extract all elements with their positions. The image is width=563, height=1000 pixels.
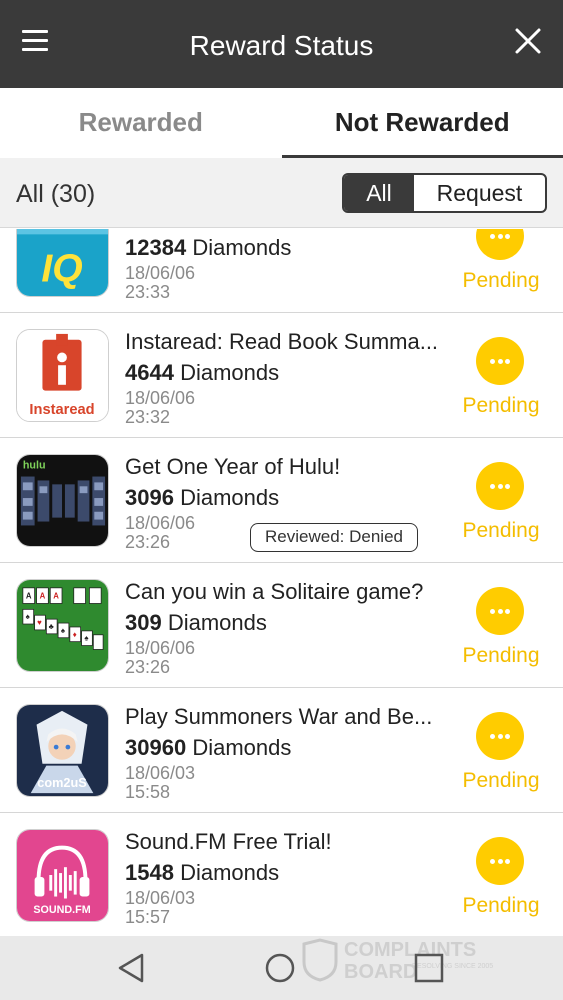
status-label: Pending <box>462 894 540 917</box>
page-title: Reward Status <box>189 30 374 61</box>
hulu-app-icon: hulu <box>16 454 109 547</box>
svg-text:SOUND.FM: SOUND.FM <box>33 904 90 916</box>
svg-text:IQ: IQ <box>41 247 82 290</box>
status-label: Pending <box>462 394 540 417</box>
square-recent-icon[interactable] <box>412 951 446 985</box>
status-label: Pending <box>462 644 540 667</box>
svg-text:Instaread: Instaread <box>29 402 94 418</box>
svg-text:♠: ♠ <box>26 612 30 621</box>
tab-rewarded[interactable]: Rewarded <box>0 88 282 158</box>
svg-text:A: A <box>26 592 32 601</box>
circle-home-icon[interactable] <box>263 951 297 985</box>
more-options-icon[interactable] <box>476 587 524 635</box>
offer-date: 18/06/06 23:32 <box>125 388 196 427</box>
tab-bar: Rewarded Not Rewarded <box>0 88 563 158</box>
offer-date: 18/06/03 15:58 <box>125 763 196 802</box>
svg-text:A: A <box>40 592 46 601</box>
triangle-back-icon[interactable] <box>115 951 149 985</box>
soundfm-app-icon: SOUND.FM <box>16 829 109 922</box>
offer-title: Can you win a Solitaire game? <box>125 579 424 604</box>
summoners-war-app-icon: com2uS <box>16 704 109 797</box>
app-bar: Reward Status <box>0 0 563 88</box>
more-options-icon[interactable] <box>476 712 524 760</box>
svg-text:♥: ♥ <box>37 618 42 627</box>
offer-date: 18/06/06 23:26 <box>125 513 196 552</box>
svg-text:hulu: hulu <box>23 460 46 472</box>
offer-title: Get One Year of Hulu! <box>125 454 341 479</box>
svg-text:BOARD: BOARD <box>344 961 417 982</box>
svg-text:com2uS: com2uS <box>37 775 86 790</box>
diamond-amount: 3096 Diamonds <box>125 485 280 510</box>
filter-bar: All (30) All Request <box>0 158 563 228</box>
diamond-amount: 309 Diamonds <box>125 610 267 635</box>
solitaire-app-icon: AA A ♠ ♥ ♣ ♠ ♦ ♠ <box>16 579 109 672</box>
offer-date: 18/06/03 15:57 <box>125 888 196 927</box>
offer-title: Sound.FM Free Trial! <box>125 829 332 854</box>
svg-text:♠: ♠ <box>84 634 88 643</box>
item-count-label: All (30) <box>16 180 96 208</box>
list-item[interactable]: IQ 12384 Diamonds 18/06/06 23:33 Pending <box>0 229 563 313</box>
more-options-icon[interactable] <box>476 837 524 885</box>
reward-list[interactable]: IQ 12384 Diamonds 18/06/06 23:33 Pending … <box>0 229 563 936</box>
status-label: Pending <box>462 269 540 292</box>
offer-date: 18/06/06 23:26 <box>125 638 196 677</box>
filter-request-button[interactable]: Request <box>414 175 545 211</box>
svg-text:COMPLAINTS: COMPLAINTS <box>344 939 476 961</box>
offer-title: Play Summoners War and Be... <box>125 704 433 729</box>
status-badge: Reviewed: Denied <box>250 523 418 552</box>
diamond-amount: 30960 Diamonds <box>125 735 292 760</box>
svg-text:♦: ♦ <box>73 630 77 639</box>
more-options-icon[interactable] <box>476 337 524 385</box>
list-item[interactable]: Instaread Instaread: Read Book Summa... … <box>0 313 563 438</box>
filter-toggle: All Request <box>342 173 547 213</box>
close-icon[interactable] <box>513 26 543 56</box>
offer-date: 18/06/06 23:33 <box>125 263 196 302</box>
more-options-icon[interactable] <box>476 462 524 510</box>
status-label: Pending <box>462 769 540 792</box>
svg-text:A: A <box>53 592 59 601</box>
more-options-icon[interactable] <box>476 229 524 260</box>
system-nav-bar: COMPLAINTS BOARD RESOLVING SINCE 2005 <box>0 936 563 1000</box>
tab-not-rewarded[interactable]: Not Rewarded <box>281 88 563 158</box>
offer-title: Instaread: Read Book Summa... <box>125 329 439 354</box>
instaread-app-icon: Instaread <box>16 329 109 422</box>
list-item[interactable]: SOUND.FM Sound.FM Free Trial! 1548 Diamo… <box>0 813 563 936</box>
list-item[interactable]: AA A ♠ ♥ ♣ ♠ ♦ ♠ Can you win a Solitaire ga… <box>0 563 563 688</box>
diamond-amount: 4644 Diamonds <box>125 360 280 385</box>
list-item[interactable]: hulu Get One Year of Hulu! 3096 Diamonds… <box>0 438 563 563</box>
svg-text:♠: ♠ <box>61 626 65 635</box>
list-item[interactable]: com2uS Play Summoners War and Be... 3096… <box>0 688 563 813</box>
iq-app-icon: IQ <box>16 229 109 297</box>
filter-all-button[interactable]: All <box>344 175 414 211</box>
diamond-amount: 12384 Diamonds <box>125 235 292 260</box>
status-label: Pending <box>462 519 540 542</box>
diamond-amount: 1548 Diamonds <box>125 860 280 885</box>
svg-text:♣: ♣ <box>49 622 54 631</box>
